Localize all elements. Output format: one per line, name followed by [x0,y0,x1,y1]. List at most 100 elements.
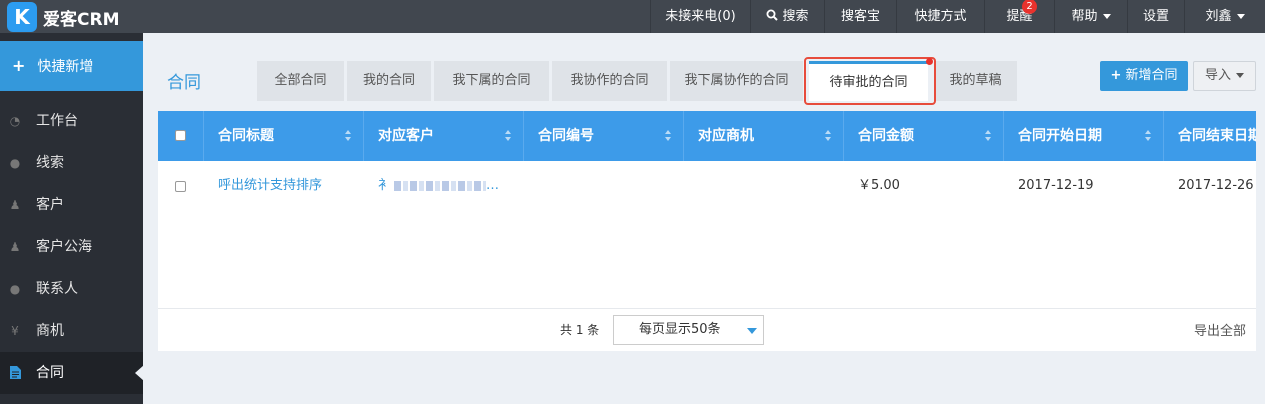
page-title: 合同 [167,73,201,93]
sokebao-link[interactable]: 搜客宝 [824,0,896,33]
column-header-amount[interactable]: 合同金额 [843,111,1003,161]
customer-name-prefix: 衤 [378,178,392,193]
globe-icon: ● [9,156,21,170]
help-menu[interactable]: 帮助 [1054,0,1127,33]
start-date-cell: 2017-12-19 [1018,178,1094,193]
customer-link[interactable]: 衤… [378,161,518,211]
sidebar-item-label: 工作台 [36,113,78,129]
sidebar-item-opportunities[interactable]: ¥ 商机 [0,310,143,352]
sidebar-item-contacts[interactable]: ● 联系人 [0,268,143,310]
column-header-title[interactable]: 合同标题 [203,111,363,161]
column-label: 对应商机 [698,128,754,144]
tab-all-contracts[interactable]: 全部合同 [257,61,344,101]
redacted-customer-name [394,180,487,191]
reminder-link[interactable]: 提醒 2 [984,0,1054,33]
sort-icon [345,130,351,142]
sort-icon [985,130,991,142]
column-header-end-date[interactable]: 合同结束日期 [1163,111,1256,161]
tab-label: 我下属协作的合同 [684,73,789,88]
search-link[interactable]: 搜索 [750,0,824,33]
top-navigation-bar: K 爱客CRM 未接来电(0) 搜索 搜客宝 快捷方式 提醒 2 帮助 设置 刘… [0,0,1265,33]
quick-add-button[interactable]: + 快捷新增 [0,41,143,91]
tab-my-drafts[interactable]: 我的草稿 [934,61,1017,101]
column-label: 合同标题 [218,128,274,144]
tab-label: 我协作的合同 [570,73,649,88]
sidebar-item-label: 商机 [36,323,64,339]
column-header-customer[interactable]: 对应客户 [363,111,523,161]
plus-icon: + [1110,68,1122,83]
users-icon: ♟ [9,198,21,212]
highlight-annotation-box [804,57,936,105]
page-size-label: 每页显示50条 [639,322,721,337]
chevron-down-icon [1236,14,1245,19]
chat-icon: ● [9,282,21,296]
search-icon [766,9,779,21]
sidebar-item-label: 合同 [36,365,64,381]
column-label: 合同开始日期 [1018,128,1102,144]
import-dropdown-button[interactable]: 导入 [1193,61,1256,91]
quick-add-label: 快捷新增 [37,59,94,75]
active-indicator-arrow [135,365,144,381]
tab-my-contracts[interactable]: 我的合同 [347,61,431,101]
amount-cell: ￥5.00 [858,178,900,193]
chevron-down-icon [1236,73,1244,78]
sort-icon [825,130,831,142]
column-header-number[interactable]: 合同编号 [523,111,683,161]
add-contract-button[interactable]: + 新增合同 [1100,61,1188,91]
yen-icon: ¥ [11,324,19,338]
column-label: 合同结束日期 [1178,128,1256,144]
user-name: 刘鑫 [1205,9,1232,24]
sidebar-item-contracts[interactable]: 合同 [0,352,144,394]
document-icon [8,366,22,380]
sidebar-item-label: 客户公海 [36,239,92,255]
sidebar-item-leads[interactable]: ● 线索 [0,142,143,184]
user-menu[interactable]: 刘鑫 [1184,0,1265,33]
sidebar-item-public-pool[interactable]: ♟ 客户公海 [0,226,143,268]
tab-collaborated-contracts[interactable]: 我协作的合同 [552,61,667,101]
add-contract-label: 新增合同 [1125,68,1178,83]
import-label: 导入 [1204,68,1231,83]
column-header-opportunity[interactable]: 对应商机 [683,111,843,161]
column-header-start-date[interactable]: 合同开始日期 [1003,111,1163,161]
notification-dot [926,58,933,65]
tab-subordinate-collaborated-contracts[interactable]: 我下属协作的合同 [670,61,803,101]
contract-number-cell [538,161,678,211]
shortcuts-link[interactable]: 快捷方式 [896,0,984,33]
table-row[interactable]: 呼出统计支持排序 衤… ￥5.00 2017-12-19 2017-12-26 [158,161,1256,211]
sidebar-item-label: 联系人 [36,281,78,297]
select-all-cell [158,111,203,161]
export-all-link[interactable]: 导出全部 [1194,320,1246,339]
help-label: 帮助 [1071,9,1098,24]
opportunity-cell [698,161,838,211]
chevron-down-icon [1102,14,1111,19]
column-label: 合同编号 [538,128,594,144]
page-size-select[interactable]: 每页显示50条 [613,315,764,345]
tab-label: 我的合同 [362,73,415,88]
sort-icon [665,130,671,142]
dashboard-icon: ◔ [9,114,21,128]
contract-title-link[interactable]: 呼出统计支持排序 [218,161,358,211]
search-label: 搜索 [782,9,809,24]
tab-label: 我下属的合同 [452,73,531,88]
tab-subordinate-contracts[interactable]: 我下属的合同 [434,61,549,101]
end-date-cell: 2017-12-26 [1178,178,1254,193]
sidebar-item-workbench[interactable]: ◔ 工作台 [0,100,143,142]
sidebar-item-label: 线索 [36,155,64,171]
app-name: 爱客CRM [43,9,120,30]
tab-label: 全部合同 [274,73,327,88]
settings-link[interactable]: 设置 [1127,0,1184,33]
row-checkbox[interactable] [175,181,186,192]
sidebar-item-label: 客户 [36,197,64,213]
contracts-table: 合同标题 对应客户 合同编号 对应商机 合同金额 合同开始日期 合同结束日期 呼… [158,111,1256,351]
app-logo[interactable]: K 爱客CRM [7,1,119,33]
sort-icon [1145,130,1151,142]
table-header: 合同标题 对应客户 合同编号 对应商机 合同金额 合同开始日期 合同结束日期 [158,111,1256,161]
missed-calls-label: 未接来电(0) [665,9,736,24]
select-all-checkbox[interactable] [175,130,186,141]
reminder-count-badge: 2 [1022,0,1037,14]
total-count: 共 1 条 [560,323,600,337]
sidebar-item-customers[interactable]: ♟ 客户 [0,184,143,226]
shortcuts-label: 快捷方式 [914,9,967,24]
plus-icon: + [12,56,26,75]
missed-calls-link[interactable]: 未接来电(0) [650,0,750,33]
